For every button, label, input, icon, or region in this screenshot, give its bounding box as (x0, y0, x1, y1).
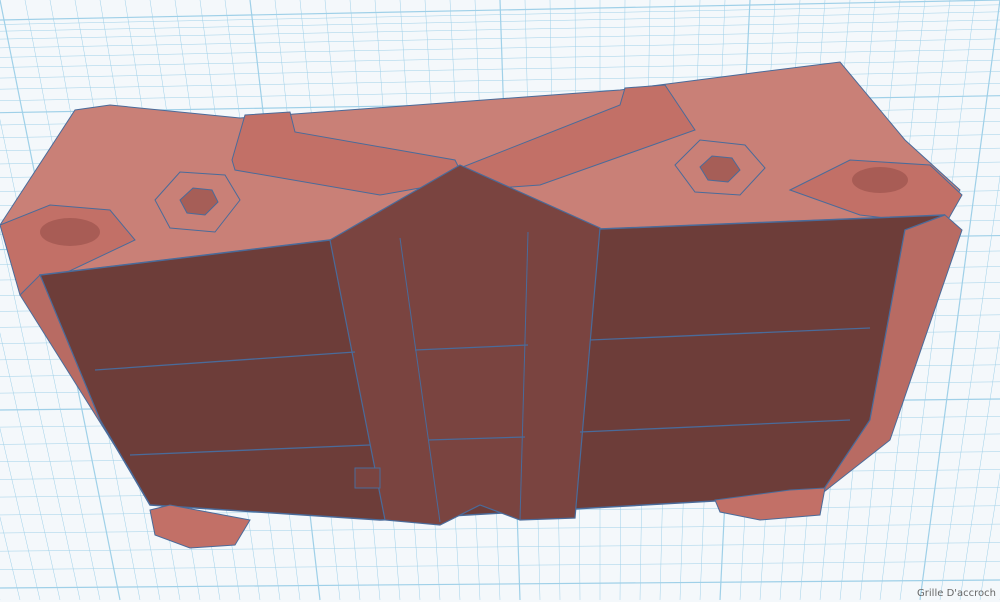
snap-grid-label[interactable]: Grille D'accroch (917, 588, 996, 600)
small-block (354, 467, 381, 489)
corner-recess (40, 218, 100, 246)
corner-recess (852, 167, 908, 193)
foot-left (149, 504, 251, 549)
3d-model-chest[interactable] (0, 0, 1000, 602)
3d-viewport[interactable]: Grille D'accroch (0, 0, 1000, 602)
